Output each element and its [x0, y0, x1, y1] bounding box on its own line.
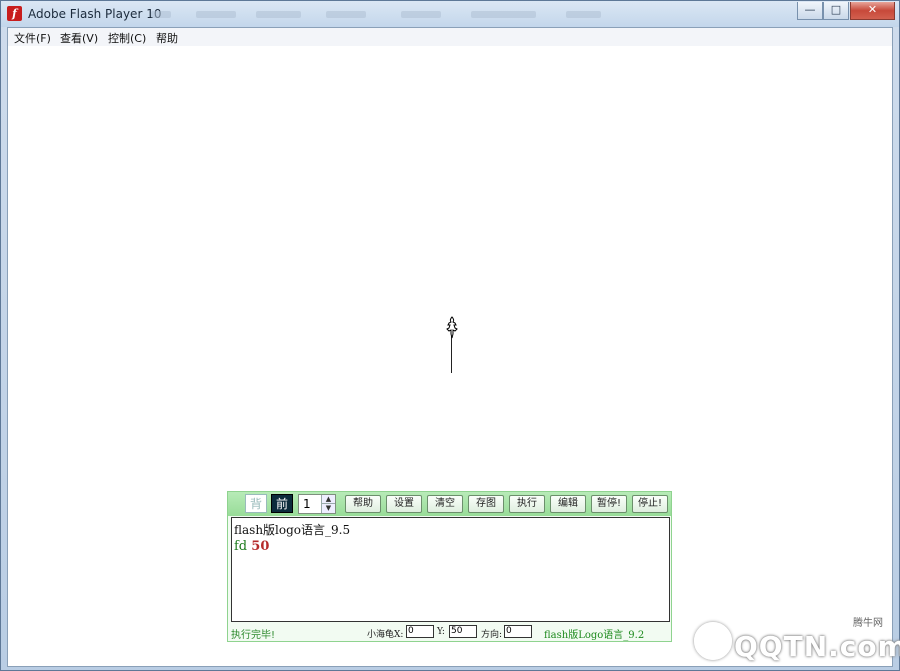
settings-button[interactable]: 设置	[386, 495, 422, 513]
status-bar: 执行完毕! 小海龟X: 0 Y: 50 方向: 0 flash版Logo语言_9…	[228, 624, 671, 641]
menu-view[interactable]: 查看(V)	[60, 30, 98, 46]
direction-label: 方向:	[481, 630, 503, 640]
edit-button[interactable]: 编辑	[550, 495, 586, 513]
menu-bar: 文件(F) 查看(V) 控制(C) 帮助	[8, 28, 892, 47]
command-keyword: fd	[234, 539, 248, 554]
x-value-field[interactable]: 0	[406, 625, 434, 638]
watermark-brand: QQTN.com	[734, 630, 900, 663]
logo-panel: 背 前 1 ▲ ▼ 帮助 设置 清空 存图 执行 编辑 暂停! 停止! flas…	[227, 491, 672, 642]
maximize-button[interactable]: □	[823, 2, 849, 20]
turtle-trail-line	[451, 335, 452, 373]
stepper-value[interactable]: 1	[303, 497, 311, 511]
y-label: Y:	[437, 627, 445, 637]
watermark-site-name: 腾牛网	[853, 618, 883, 629]
stepper-up-icon[interactable]: ▲	[321, 495, 335, 504]
clear-button[interactable]: 清空	[427, 495, 463, 513]
speed-stepper[interactable]: 1 ▲ ▼	[298, 494, 336, 514]
x-label: 小海龟X:	[367, 630, 404, 640]
drawing-stage[interactable]: 背 前 1 ▲ ▼ 帮助 设置 清空 存图 执行 编辑 暂停! 停止! flas…	[8, 46, 892, 666]
send-back-button[interactable]: 背	[245, 494, 267, 513]
editor-command-line: fd 50	[234, 539, 269, 554]
save-image-button[interactable]: 存图	[468, 495, 504, 513]
menu-control[interactable]: 控制(C)	[108, 30, 146, 46]
direction-value-field[interactable]: 0	[504, 625, 532, 638]
status-message: 执行完毕!	[231, 630, 276, 641]
window-title: Adobe Flash Player 10	[28, 7, 162, 21]
editor-header-line: flash版logo语言_9.5	[234, 523, 351, 537]
close-button[interactable]: ✕	[850, 2, 895, 20]
client-area: 文件(F) 查看(V) 控制(C) 帮助 背 前 1 ▲ ▼ 帮助 设置 清空 …	[7, 27, 893, 667]
flash-player-window: f Adobe Flash Player 10 — □ ✕ 文件(F) 查看(V…	[0, 0, 900, 671]
menu-file[interactable]: 文件(F)	[14, 30, 51, 46]
title-bar[interactable]: f Adobe Flash Player 10 — □ ✕	[1, 1, 899, 27]
flash-icon: f	[7, 6, 22, 21]
version-label: flash版Logo语言_9.2	[544, 630, 645, 641]
turtle-icon	[446, 316, 458, 339]
stop-button[interactable]: 停止!	[632, 495, 668, 513]
logo-toolbar: 背 前 1 ▲ ▼ 帮助 设置 清空 存图 执行 编辑 暂停! 停止!	[228, 492, 671, 516]
y-value-field[interactable]: 50	[449, 625, 477, 638]
qqtn-watermark: 腾牛网 QQTN.com	[690, 612, 900, 668]
code-editor[interactable]: flash版logo语言_9.5 fd 50	[231, 517, 670, 622]
bring-front-button[interactable]: 前	[271, 494, 293, 513]
help-button[interactable]: 帮助	[345, 495, 381, 513]
pause-button[interactable]: 暂停!	[591, 495, 627, 513]
menu-help[interactable]: 帮助	[156, 30, 178, 46]
execute-button[interactable]: 执行	[509, 495, 545, 513]
minimize-button[interactable]: —	[797, 2, 823, 20]
stepper-down-icon[interactable]: ▼	[321, 504, 335, 513]
command-argument: 50	[251, 539, 270, 554]
qqtn-logo-icon	[694, 622, 732, 660]
